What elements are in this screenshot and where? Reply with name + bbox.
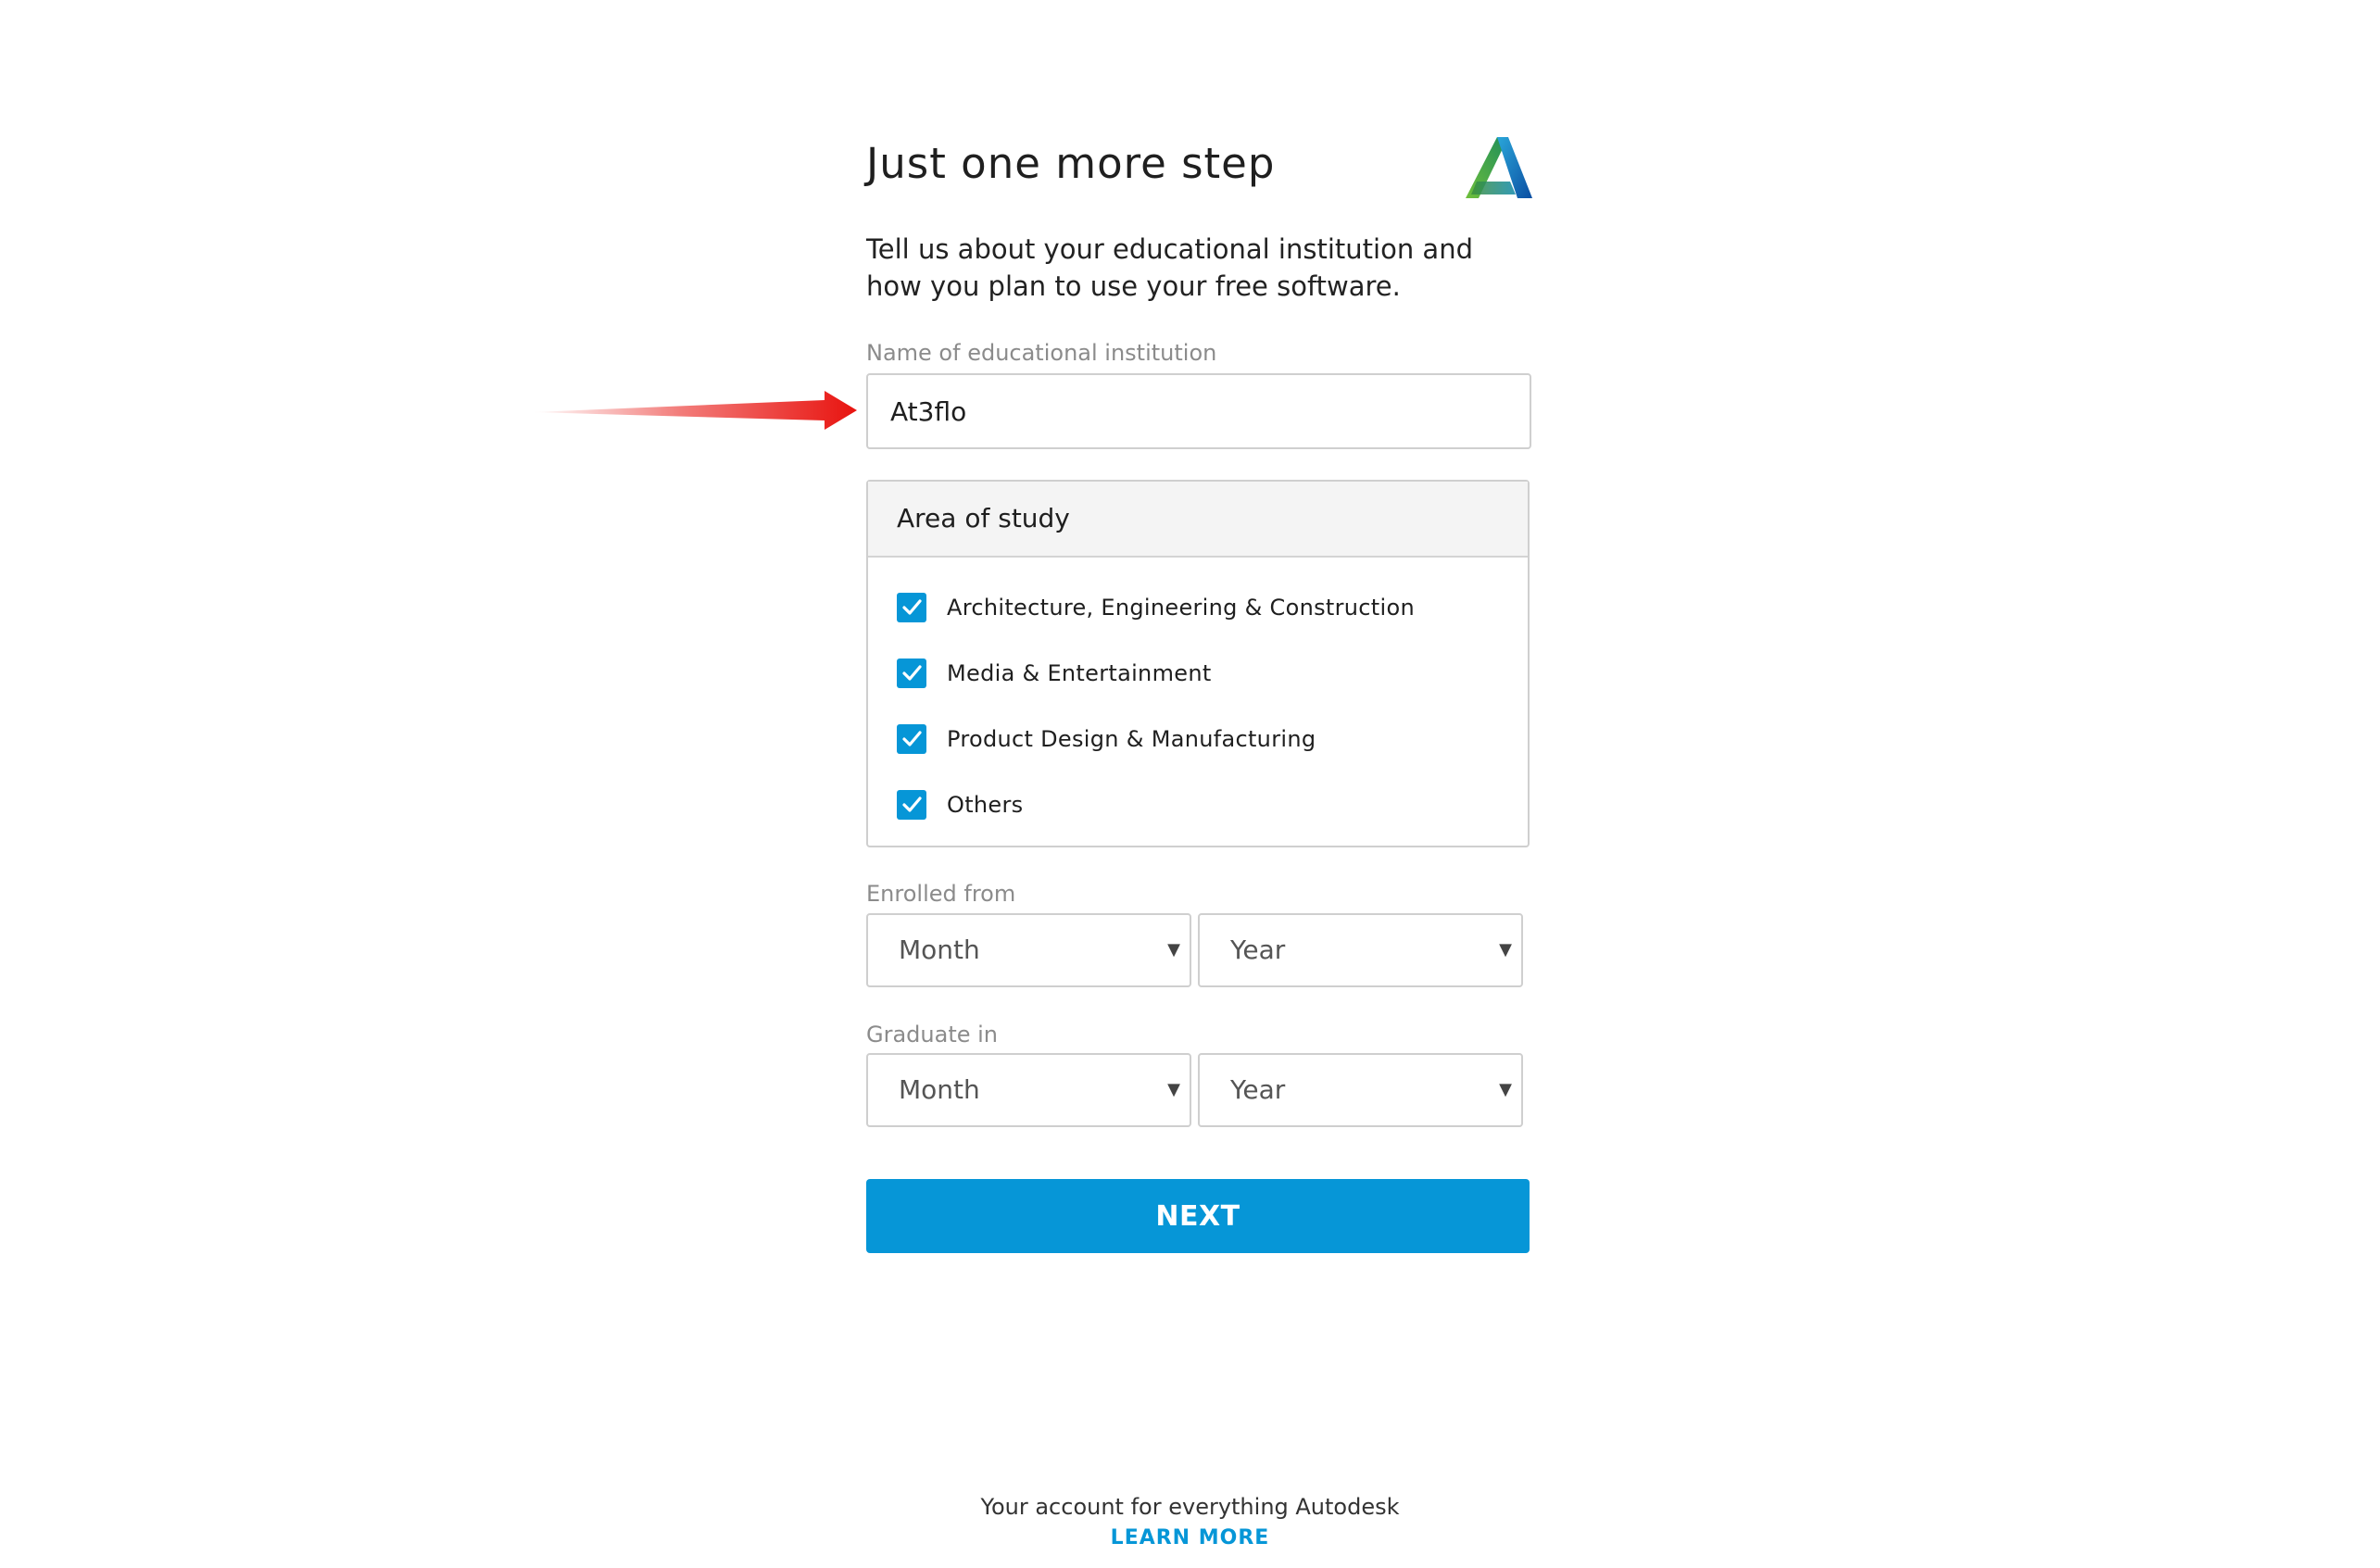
checkbox-checked-icon[interactable] [897,723,926,754]
option-label: Product Design & Manufacturing [947,725,1316,752]
option-media-entertainment[interactable]: Media & Entertainment [868,640,1528,706]
checkbox-checked-icon[interactable] [897,592,926,622]
select-value: Month [899,1074,980,1105]
institution-input[interactable] [866,373,1531,449]
learn-more-container: LEARN MORE [0,1526,2380,1549]
option-label: Architecture, Engineering & Construction [947,594,1415,621]
select-value: Year [1230,1074,1286,1105]
option-label: Others [947,791,1024,818]
option-architecture-engineering-construction[interactable]: Architecture, Engineering & Construction [868,574,1528,640]
enrolled-month-select[interactable]: Month ▼ [866,913,1191,987]
checkbox-checked-icon[interactable] [897,789,926,820]
caret-down-icon: ▼ [1499,1080,1512,1099]
next-button[interactable]: NEXT [866,1179,1530,1253]
option-others[interactable]: Others [868,771,1528,837]
red-arrow-annotation-icon [533,391,857,430]
graduate-year-select[interactable]: Year ▼ [1198,1053,1523,1127]
select-value: Month [899,935,980,965]
graduate-in-label: Graduate in [866,1022,999,1047]
checkbox-checked-icon[interactable] [897,658,926,688]
page-title: Just one more step [866,139,1276,188]
graduate-month-select[interactable]: Month ▼ [866,1053,1191,1127]
footer-text: Your account for everything Autodesk [980,1494,1400,1520]
autodesk-logo-icon [1464,135,1532,200]
enrolled-year-select[interactable]: Year ▼ [1198,913,1523,987]
select-value: Year [1230,935,1286,965]
caret-down-icon: ▼ [1167,940,1180,960]
caret-down-icon: ▼ [1499,940,1512,960]
institution-label: Name of educational institution [866,340,1217,366]
caret-down-icon: ▼ [1167,1080,1180,1099]
area-of-study-options: Architecture, Engineering & Construction… [868,558,1528,837]
intro-text: Tell us about your educational instituti… [866,233,1473,302]
signup-page: Just one more step Tell us about your ed… [0,0,2380,1568]
area-of-study-title: Area of study [868,482,1528,558]
option-label: Media & Entertainment [947,659,1212,686]
learn-more-link[interactable]: LEARN MORE [1111,1526,1270,1549]
enrolled-from-label: Enrolled from [866,881,1016,907]
option-product-design-manufacturing[interactable]: Product Design & Manufacturing [868,706,1528,771]
area-of-study-panel: Area of study Architecture, Engineering … [866,480,1530,847]
